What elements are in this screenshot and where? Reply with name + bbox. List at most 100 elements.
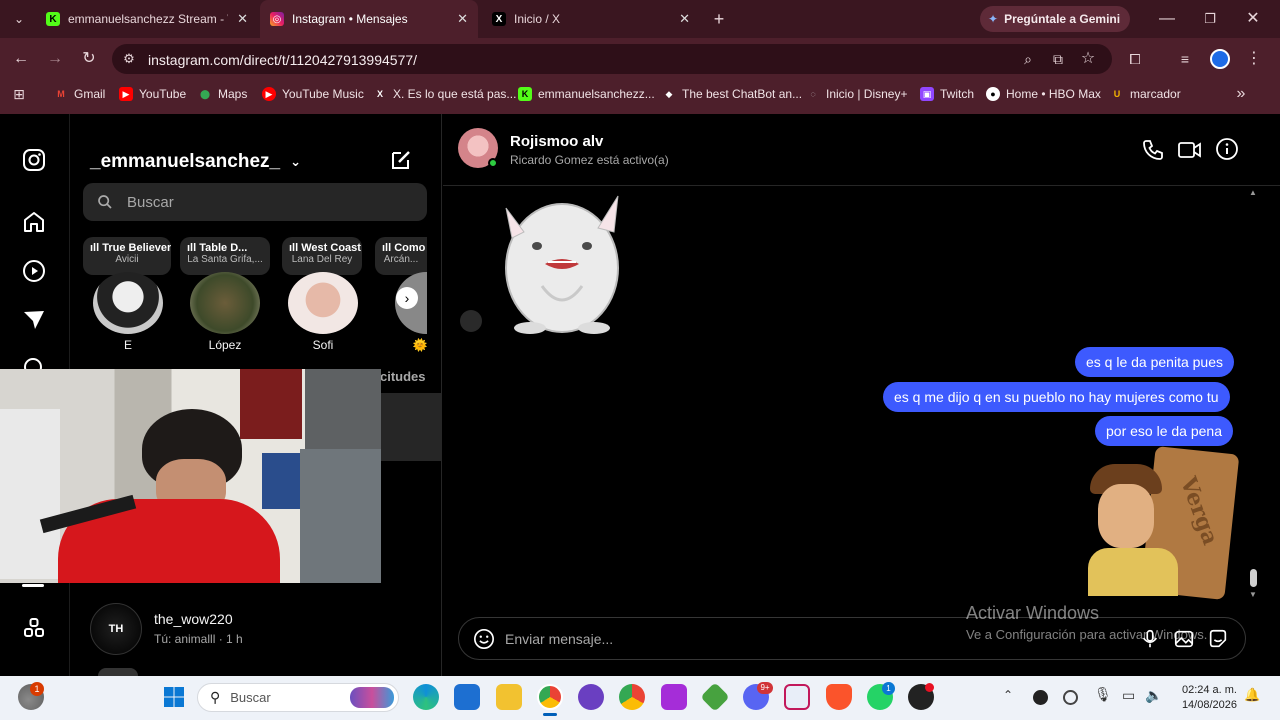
message-bubble-outgoing[interactable]: es q me dijo q en su pueblo no hay mujer… (883, 382, 1230, 412)
story-avatar[interactable] (288, 272, 358, 334)
profile-avatar[interactable] (1210, 49, 1230, 69)
new-message-icon[interactable] (389, 148, 413, 172)
volume-icon[interactable]: 🔈 (1145, 687, 1162, 704)
note-bubble[interactable]: ıll Como T...Arcán... (375, 237, 427, 275)
tray-network-app-icon[interactable] (1063, 690, 1078, 705)
close-tab-icon[interactable]: ✕ (237, 11, 248, 27)
tab-stream[interactable]: K emmanuelsanchezz Stream - W ✕ (36, 0, 258, 38)
picsart-icon[interactable] (661, 684, 687, 710)
notifications-icon[interactable]: 🔔 (1244, 687, 1260, 703)
snipping-tool-icon[interactable] (784, 684, 810, 710)
chrome-profile-icon[interactable] (619, 684, 645, 710)
bookmark-hbo[interactable]: ● Home • HBO Max (986, 86, 1101, 102)
tab-instagram[interactable]: ◎ Instagram • Mensajes ✕ (260, 0, 478, 38)
back-icon[interactable]: ← (10, 48, 32, 70)
bookmark-gmail[interactable]: M Gmail (54, 86, 105, 102)
search-icon: ⚲ (210, 689, 221, 705)
bookmark-youtube-music[interactable]: ▶ YouTube Music (262, 86, 364, 102)
site-info-icon[interactable]: ⚙ (118, 48, 140, 70)
message-bubble-outgoing[interactable]: por eso le da pena (1095, 416, 1233, 446)
minimize-icon[interactable]: — (1156, 8, 1178, 30)
brave-icon[interactable] (826, 684, 852, 710)
conversation-preview: Tú: animalll · 1 h (154, 632, 243, 646)
forward-icon[interactable]: → (44, 48, 66, 70)
woody-sticker: Verga (1088, 446, 1240, 600)
bookmark-x[interactable]: X X. Es lo que está pas... (373, 86, 516, 102)
chrome-icon[interactable] (537, 684, 563, 710)
inbox-search[interactable]: Buscar (83, 183, 427, 221)
scroll-up-icon[interactable]: ▲ (1249, 188, 1257, 197)
microphone-tray-icon[interactable]: 🎙 (1094, 686, 1112, 703)
scroll-down-icon[interactable]: ▼ (1249, 590, 1257, 599)
display-tray-icon[interactable]: ▭ (1122, 687, 1135, 704)
more-bookmarks-icon[interactable]: » (1230, 83, 1252, 105)
conversation-info-icon[interactable] (1215, 137, 1239, 161)
bookmark-chatbot[interactable]: ◆ The best ChatBot an... (662, 86, 803, 102)
file-explorer-icon[interactable] (496, 684, 522, 710)
microsoft-store-icon[interactable] (454, 684, 480, 710)
note-bubble[interactable]: ıll Table D... La Santa Grifa,... (180, 237, 270, 275)
search-input[interactable]: Buscar (127, 194, 174, 211)
bunny-sticker (505, 195, 619, 334)
tab-x[interactable]: X Inicio / X ✕ (482, 0, 700, 38)
contact-name[interactable]: Rojismoo alv (510, 133, 603, 150)
reading-list-icon[interactable]: ≡ (1174, 48, 1196, 70)
bookmark-marcador[interactable]: Umarcador (1110, 86, 1181, 102)
story-avatar[interactable] (93, 272, 163, 334)
clock-date[interactable]: 14/08/2026 (1177, 699, 1237, 711)
windows-start-icon[interactable] (161, 684, 187, 710)
browser-app-icon[interactable] (578, 684, 604, 710)
restore-icon[interactable]: ❐ (1199, 8, 1221, 30)
tab-list-icon[interactable]: ⌄ (8, 8, 30, 30)
account-switcher[interactable]: _emmanuelsanchez_ ⌄ (90, 151, 301, 173)
install-app-icon[interactable]: ⧉ (1047, 48, 1069, 70)
conversation-row[interactable]: TH the_wow220 Tú: animalll · 1 h (70, 597, 442, 659)
chat-scrollbar-track[interactable] (1248, 188, 1260, 600)
bookmark-label: YouTube (139, 87, 187, 101)
close-tab-icon[interactable]: ✕ (457, 11, 468, 27)
bookmark-disney[interactable]: ◌ Inicio | Disney+ (806, 86, 907, 102)
bookmark-youtube[interactable]: ▶ YouTube (119, 86, 186, 102)
gemini-button[interactable]: ✦ Pregúntale a Gemini (980, 6, 1130, 32)
message-input[interactable]: Enviar mensaje... (505, 631, 613, 647)
bookmark-maps[interactable]: ⬤ Maps (198, 86, 247, 102)
message-bubble-outgoing[interactable]: es q le da penita pues (1075, 347, 1234, 377)
instagram-logo-icon[interactable] (22, 148, 46, 172)
home-icon[interactable] (22, 210, 46, 234)
close-tab-icon[interactable]: ✕ (679, 11, 690, 27)
tray-app-icon[interactable] (1033, 690, 1048, 705)
browser-menu-icon[interactable]: ⋮ (1243, 48, 1265, 70)
chat-scrollbar-thumb[interactable] (1250, 569, 1257, 587)
reels-icon[interactable] (22, 259, 46, 283)
apps-grid-icon[interactable]: ⊞ (8, 83, 30, 105)
zoom-icon[interactable]: ⌕ (1017, 48, 1039, 70)
chevron-down-icon: ⌄ (290, 154, 301, 169)
stories-next-button[interactable]: › (396, 287, 418, 309)
taskbar-search[interactable]: ⚲ Buscar (197, 683, 399, 712)
requests-link[interactable]: citudes (380, 369, 426, 384)
note-bubble[interactable]: ıll True Believer Avicii (83, 237, 171, 275)
direct-messages-icon[interactable] (22, 308, 46, 332)
edge-icon[interactable] (413, 684, 439, 710)
emoji-icon[interactable] (473, 628, 495, 650)
note-bubble[interactable]: ıll West Coast Lana Del Rey (282, 237, 362, 275)
username: _emmanuelsanchez_ (90, 151, 281, 172)
bookmark-u-icon: U (1113, 89, 1121, 99)
taskbar-search-input[interactable]: Buscar (230, 690, 270, 705)
url-text[interactable]: instagram.com/direct/t/1120427913994577/ (148, 52, 417, 68)
phone-call-icon[interactable] (1141, 138, 1165, 162)
extensions-icon[interactable]: ⧠ (1124, 48, 1146, 70)
avatar: TH (90, 603, 142, 655)
note-artist: Lana Del Rey (291, 254, 353, 265)
more-menu-icon[interactable] (22, 616, 46, 640)
video-call-icon[interactable] (1177, 138, 1203, 162)
story-avatar[interactable] (190, 272, 260, 334)
bookmark-star-icon[interactable]: ☆ (1077, 48, 1099, 70)
tray-overflow-icon[interactable]: ⌃ (1003, 688, 1013, 702)
clock-time[interactable]: 02:24 a. m. (1177, 684, 1237, 696)
reload-icon[interactable]: ↻ (78, 48, 100, 70)
bookmark-twitch[interactable]: ▣ Twitch (920, 86, 974, 102)
new-tab-icon[interactable]: + (708, 8, 730, 30)
close-window-icon[interactable]: ✕ (1242, 8, 1264, 30)
bookmark-kick[interactable]: Kemmanuelsanchezz... (518, 86, 655, 102)
